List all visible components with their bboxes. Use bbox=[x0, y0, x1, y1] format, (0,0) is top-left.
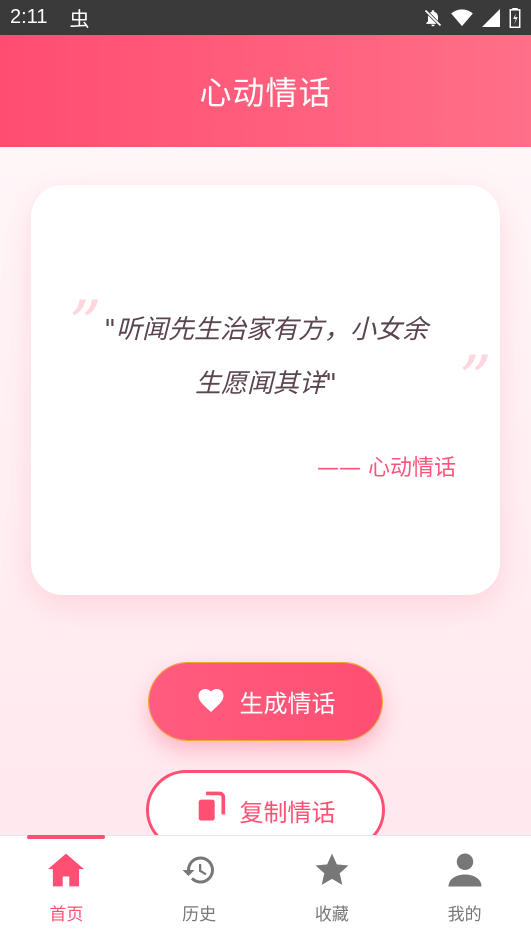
status-bar: 2:11 虫 bbox=[0, 0, 531, 35]
open-quote-mark: ” bbox=[69, 288, 102, 362]
wifi-icon bbox=[451, 8, 473, 27]
quote-card: ” "听闻先生治家有方，小女余生愿闻其详" ” —— 心动情话 bbox=[31, 185, 500, 595]
status-time: 2:11 bbox=[10, 6, 48, 28]
app-header: 心动情话 bbox=[0, 35, 531, 147]
cell-signal-icon bbox=[481, 8, 501, 27]
tab-history-label: 历史 bbox=[182, 905, 217, 925]
copy-icon bbox=[196, 791, 226, 829]
generate-button-label: 生成情话 bbox=[239, 690, 336, 718]
tab-favorites-label: 收藏 bbox=[314, 905, 349, 925]
heart-icon bbox=[196, 685, 226, 719]
bug-indicator-icon: 虫 bbox=[69, 9, 90, 31]
tab-profile-label: 我的 bbox=[447, 905, 482, 925]
home-icon bbox=[46, 852, 86, 892]
battery-icon bbox=[509, 7, 521, 28]
close-quote-mark: ” bbox=[459, 343, 492, 417]
notifications-off-icon bbox=[423, 8, 443, 28]
tab-home[interactable]: 首页 bbox=[0, 835, 133, 944]
quote-attribution: —— 心动情话 bbox=[317, 456, 456, 481]
star-icon bbox=[313, 852, 351, 892]
copy-button-label: 复制情话 bbox=[239, 798, 336, 827]
tab-favorites[interactable]: 收藏 bbox=[266, 836, 399, 944]
bottom-tab-bar: 首页 历史 收藏 我的 bbox=[0, 835, 531, 944]
tab-history[interactable]: 历史 bbox=[133, 836, 266, 944]
active-tab-indicator bbox=[27, 835, 105, 839]
page-title: 心动情话 bbox=[199, 74, 332, 112]
tab-profile[interactable]: 我的 bbox=[398, 836, 531, 944]
quote-text: "听闻先生治家有方，小女余生愿闻其详" bbox=[104, 315, 428, 399]
history-icon bbox=[181, 852, 217, 892]
generate-quote-button[interactable]: 生成情话 bbox=[148, 662, 383, 741]
person-icon bbox=[448, 852, 482, 892]
status-icons bbox=[423, 7, 521, 28]
tab-home-label: 首页 bbox=[49, 905, 84, 925]
